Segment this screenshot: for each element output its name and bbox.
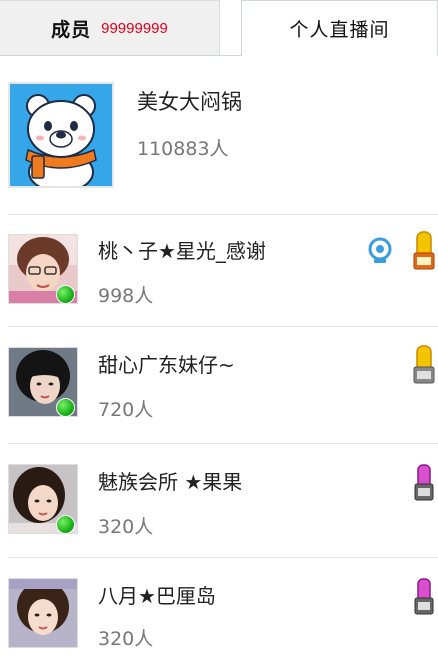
- gold-level-badge-icon: [412, 231, 436, 271]
- user-viewer-count: 720人: [98, 399, 154, 421]
- user-viewer-count: 320人: [98, 516, 154, 538]
- online-status-icon: [56, 285, 75, 304]
- purple-level-badge-icon: [414, 578, 434, 616]
- avatar: [8, 578, 78, 648]
- list-item[interactable]: 桃丶子★星光_感谢 998人: [0, 215, 438, 329]
- gold-level-badge-icon: [412, 345, 436, 385]
- tab-live-label: 个人直播间: [289, 19, 390, 41]
- online-status-icon: [56, 515, 75, 534]
- members-count: 99999999: [101, 19, 168, 37]
- tab-personal-live-room[interactable]: 个人直播间: [241, 0, 438, 56]
- list-item[interactable]: 甜心广东妹仔~ 720人: [0, 327, 438, 441]
- list-item[interactable]: 魅族会所 ★果果 320人: [0, 444, 438, 558]
- user-viewer-count: 998人: [98, 285, 154, 307]
- list-item[interactable]: 八月★巴厘岛 320人: [0, 558, 438, 672]
- user-name: 桃丶子★星光_感谢: [98, 239, 266, 263]
- tab-members[interactable]: 成员 99999999: [0, 0, 220, 56]
- polar-bear-mascot-icon: [8, 82, 114, 188]
- user-viewer-count: 320人: [98, 628, 154, 650]
- room-name: 美女大闷锅: [137, 90, 242, 114]
- user-name: 八月★巴厘岛: [98, 584, 216, 608]
- room-header[interactable]: 美女大闷锅 110883人: [0, 76, 438, 214]
- tab-members-label: 成员: [51, 18, 92, 41]
- user-name: 甜心广东妹仔~: [98, 353, 235, 377]
- webcam-icon[interactable]: [366, 237, 394, 265]
- room-viewer-count: 110883人: [137, 138, 229, 160]
- user-name: 魅族会所 ★果果: [98, 470, 243, 494]
- tab-divider: [220, 55, 241, 56]
- tab-bar: 成员 99999999 个人直播间: [0, 0, 438, 56]
- purple-level-badge-icon: [414, 464, 434, 502]
- online-status-icon: [56, 398, 75, 417]
